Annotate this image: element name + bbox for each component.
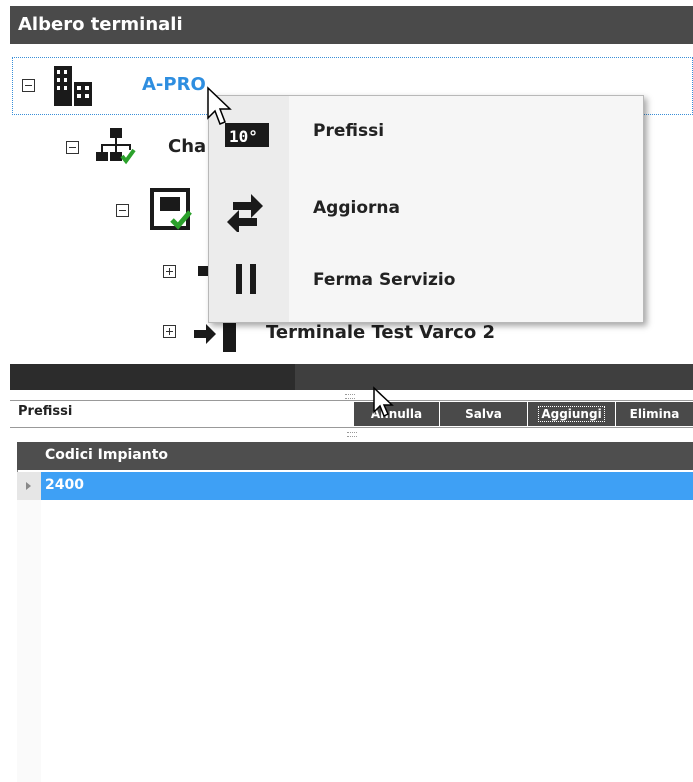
menu-item-aggiorna[interactable]: Aggiorna xyxy=(209,176,643,246)
expand-toggle-terminal-2[interactable] xyxy=(163,325,176,338)
tree-node-root-label[interactable]: A-PRO xyxy=(142,74,206,95)
building-icon xyxy=(54,66,92,106)
splitter-grip[interactable] xyxy=(347,432,357,437)
elimina-button[interactable]: Elimina xyxy=(615,402,693,426)
collapse-toggle-device[interactable] xyxy=(116,204,129,217)
monitor-check-icon xyxy=(150,188,192,230)
panel-title: Prefissi xyxy=(18,404,73,419)
salva-button[interactable]: Salva xyxy=(439,402,527,426)
table-row-selected[interactable] xyxy=(17,472,693,500)
row-pointer-icon xyxy=(26,482,31,490)
annulla-button[interactable]: Annulla xyxy=(353,402,439,426)
refresh-icon xyxy=(227,194,263,232)
collapse-toggle-channel[interactable] xyxy=(66,141,79,154)
tree-node-terminal-label[interactable]: Terminale Test Varco 2 xyxy=(266,322,495,343)
splitter-grip[interactable] xyxy=(345,394,355,399)
network-icon xyxy=(96,128,136,165)
mouse-cursor-icon xyxy=(207,86,232,125)
menu-item-aggiorna-label: Aggiorna xyxy=(313,198,400,218)
aggiungi-button[interactable]: Aggiungi xyxy=(527,402,615,426)
tree-node-channel-label[interactable]: Cha xyxy=(168,136,206,157)
menu-item-ferma-servizio-label: Ferma Servizio xyxy=(313,270,456,290)
menu-item-prefissi-label: Prefissi xyxy=(313,121,385,141)
mouse-cursor-icon xyxy=(373,386,394,418)
pause-icon xyxy=(236,264,256,294)
table-cell-codice[interactable]: 2400 xyxy=(45,477,84,493)
door-entry-icon xyxy=(194,320,236,352)
menu-item-ferma-servizio[interactable]: Ferma Servizio xyxy=(209,246,643,316)
collapse-toggle-root[interactable] xyxy=(22,79,35,92)
tree-panel-header: Albero terminali xyxy=(10,6,693,44)
row-indicator-column xyxy=(17,500,41,782)
context-menu: 10° Prefissi Aggiorna Ferma Servizio xyxy=(208,95,644,323)
expand-toggle-terminal-1[interactable] xyxy=(163,265,176,278)
menu-item-prefissi[interactable]: 10° Prefissi xyxy=(209,101,643,171)
panel-tab-dark[interactable] xyxy=(10,364,295,390)
aggiungi-button-label: Aggiungi xyxy=(538,406,605,422)
column-header-codici-impianto[interactable]: Codici Impianto xyxy=(45,447,168,463)
